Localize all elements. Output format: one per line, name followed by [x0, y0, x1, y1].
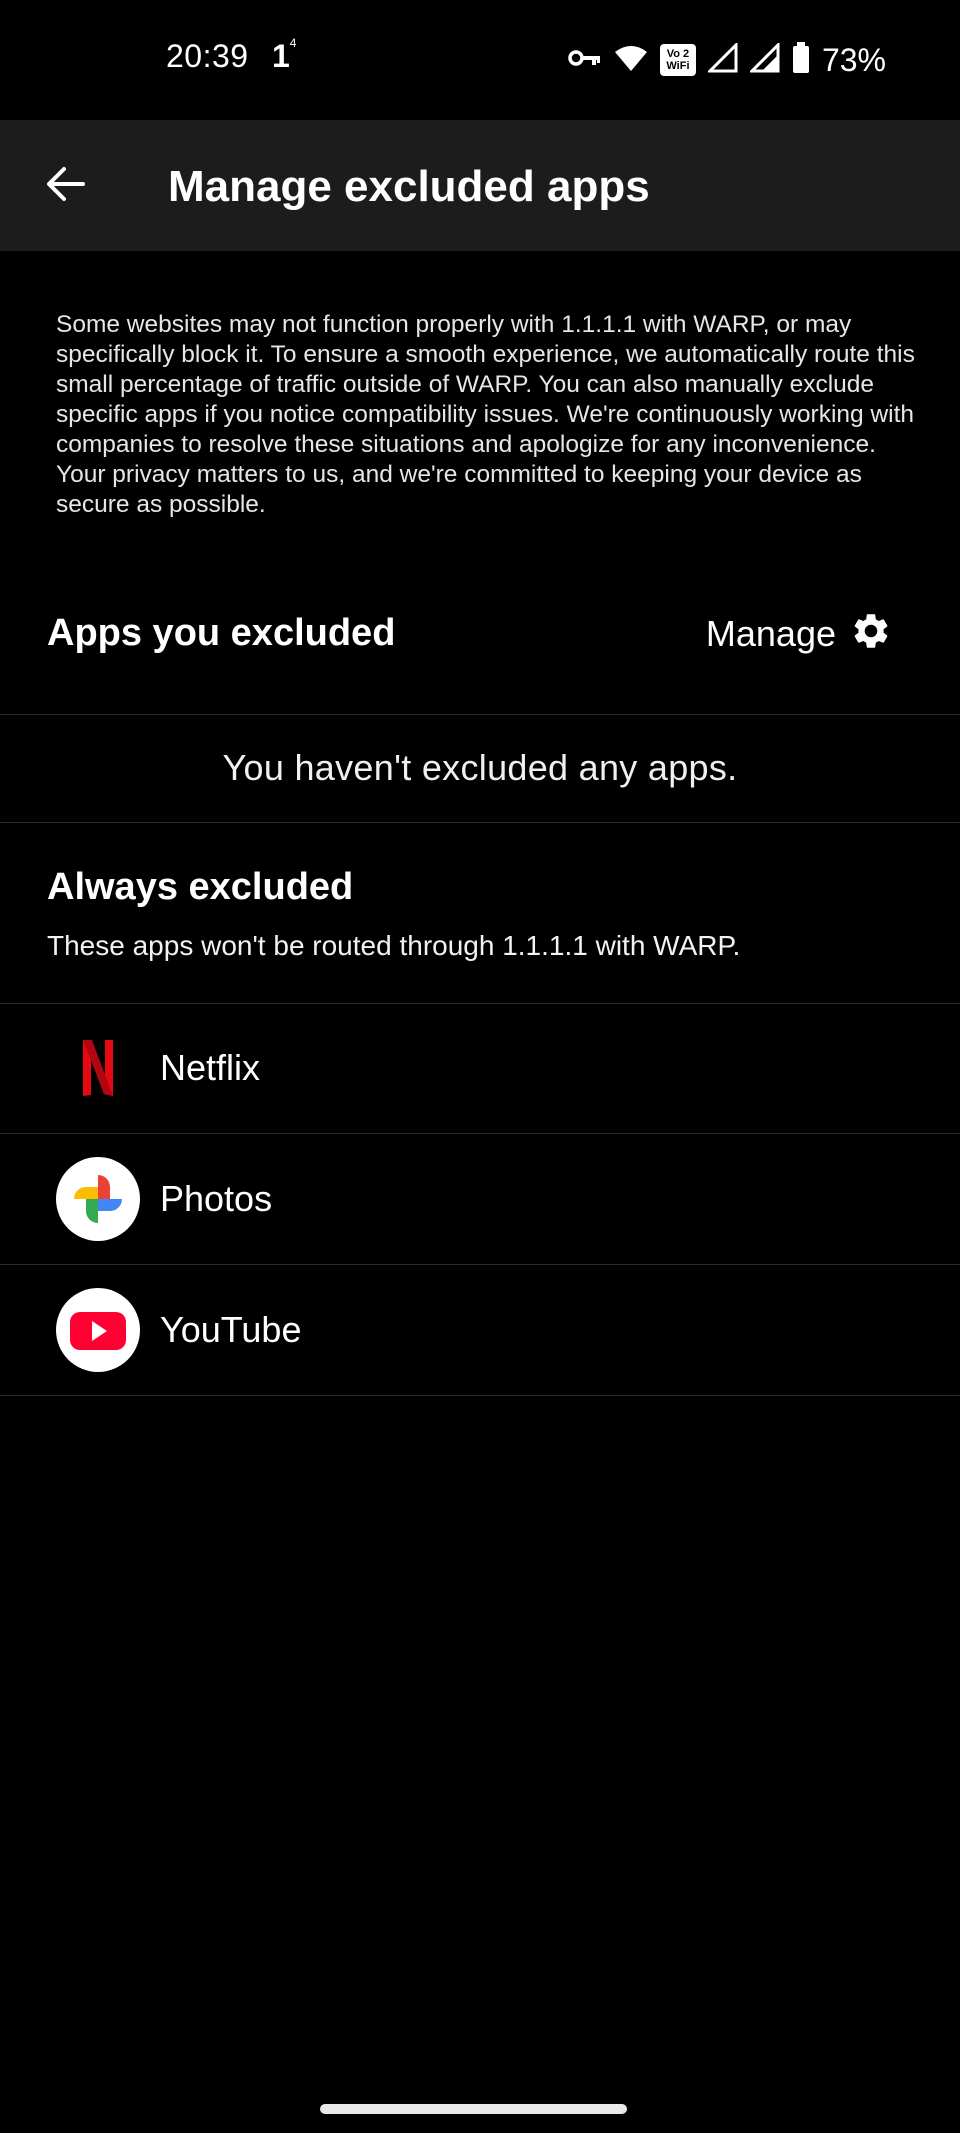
app-name: Netflix [160, 1047, 261, 1088]
notification-indicator: 14 [272, 36, 297, 75]
notification-count: 1 [272, 38, 290, 74]
app-bar: Manage excluded apps [0, 120, 960, 251]
notification-sup: 4 [289, 36, 297, 50]
app-name: YouTube [160, 1309, 302, 1350]
status-icons: Vo 2 WiFi 73% [568, 40, 886, 80]
excluded-section-header: Apps you excluded Manage [0, 580, 960, 715]
status-bar: 20:39 14 Vo 2 WiFi 73% [0, 0, 960, 120]
vowifi-icon: Vo 2 WiFi [659, 44, 696, 76]
always-excluded-title: Always excluded [47, 866, 354, 908]
vowifi-bottom: WiFi [666, 60, 690, 72]
always-excluded-header: Always excluded These apps won't be rout… [0, 822, 960, 1004]
gear-icon [850, 610, 892, 657]
description-text: Some websites may not function properly … [56, 311, 915, 518]
app-row-netflix[interactable]: Netflix [0, 1003, 960, 1134]
app-row-youtube[interactable]: YouTube [0, 1265, 960, 1396]
signal-icon-2 [748, 40, 780, 78]
vowifi-top: Vo 2 [666, 48, 690, 60]
netflix-icon [56, 1026, 140, 1110]
vpn-key-icon [568, 48, 602, 73]
battery-icon [792, 41, 810, 79]
always-excluded-subtitle: These apps won't be routed through 1.1.1… [47, 930, 741, 961]
battery-percentage: 73% [821, 41, 886, 78]
app-name: Photos [160, 1178, 273, 1219]
empty-state-row: You haven't excluded any apps. [0, 714, 960, 823]
wifi-icon [614, 44, 648, 77]
back-button[interactable] [36, 157, 94, 215]
status-time: 20:39 [166, 38, 249, 74]
page-title: Manage excluded apps [168, 162, 650, 211]
manage-label: Manage [705, 612, 836, 654]
excluded-section-title: Apps you excluded [47, 612, 396, 654]
home-indicator[interactable] [320, 2104, 627, 2114]
google-photos-icon [56, 1157, 140, 1241]
manage-button[interactable]: Manage [706, 610, 892, 657]
youtube-icon [56, 1288, 140, 1372]
arrow-left-icon [45, 166, 85, 207]
empty-state-text: You haven't excluded any apps. [222, 747, 738, 788]
signal-icon [706, 40, 738, 78]
app-row-photos[interactable]: Photos [0, 1134, 960, 1265]
